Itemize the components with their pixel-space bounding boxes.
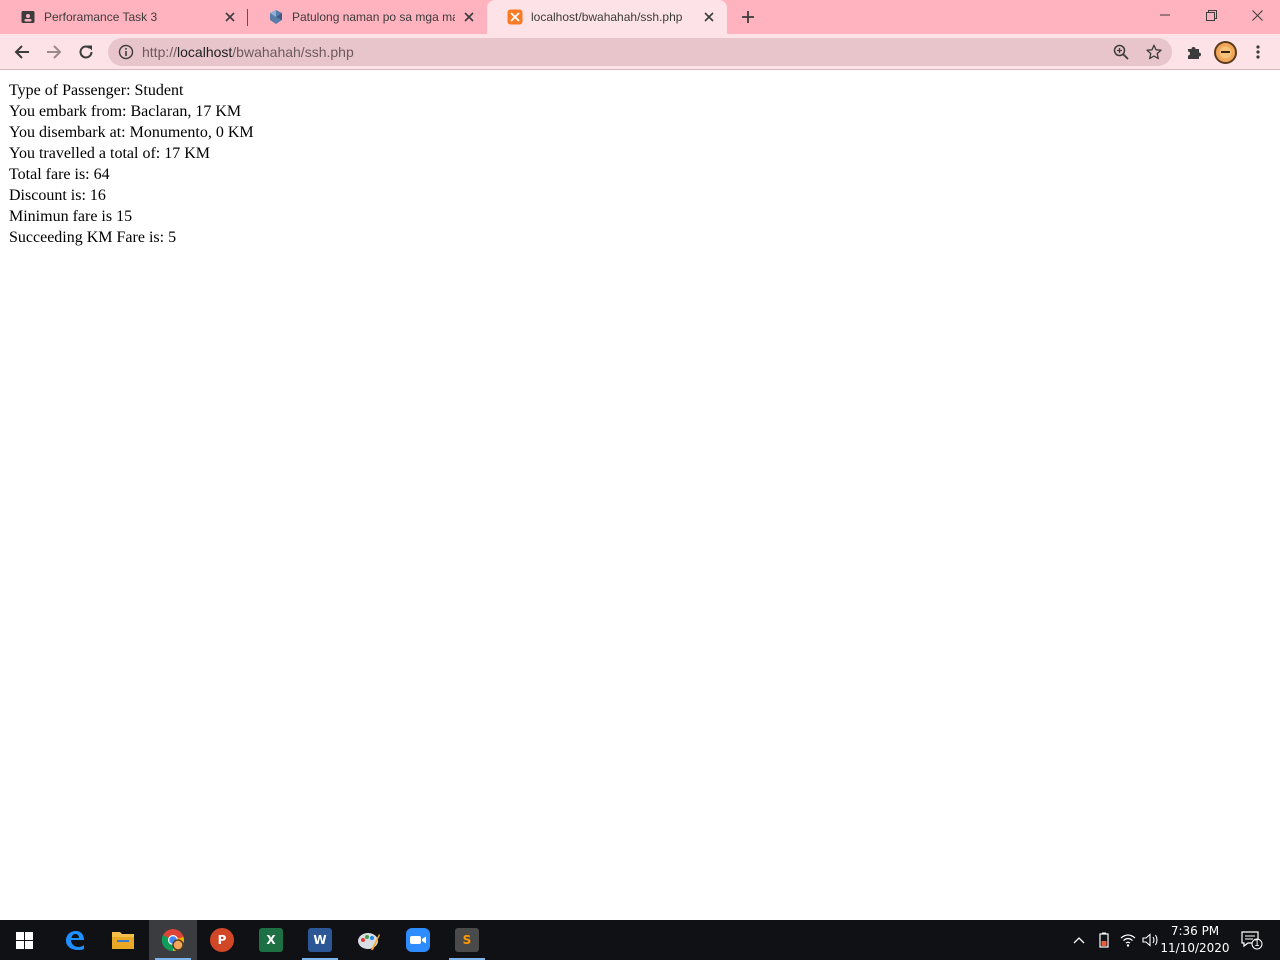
- action-center-button[interactable]: 1: [1234, 920, 1270, 960]
- tab-performance-task[interactable]: Perforamance Task 3: [0, 0, 248, 34]
- word-icon: W: [308, 928, 332, 952]
- clock-date: 11/10/2020: [1160, 941, 1230, 955]
- disembark-line: You disembark at: Monumento, 0 KM: [9, 124, 254, 141]
- back-button[interactable]: [9, 39, 35, 65]
- paint-icon: [358, 933, 380, 950]
- taskbar-clock[interactable]: 7:36 PM 11/10/2020: [1160, 923, 1230, 957]
- folder-icon: [112, 932, 134, 949]
- url-host: localhost: [177, 44, 233, 60]
- browser-toolbar: http://localhost/bwahahah/ssh.php: [0, 34, 1280, 70]
- page-output: Type of Passenger: Student You embark fr…: [9, 80, 254, 248]
- zoom-icon[interactable]: [1112, 43, 1130, 61]
- back-arrow-icon: [14, 45, 29, 59]
- forward-button[interactable]: [41, 39, 67, 65]
- xampp-icon: [507, 9, 523, 25]
- excel-icon: X: [259, 928, 283, 952]
- bookmark-star-icon[interactable]: [1145, 43, 1163, 61]
- battery-icon: [1099, 932, 1109, 948]
- tab-brainly[interactable]: Patulong naman po sa mga mast: [248, 0, 487, 34]
- total-fare-line: Total fare is: 64: [9, 166, 110, 183]
- reload-button[interactable]: [73, 39, 99, 65]
- reload-icon: [79, 45, 93, 59]
- zoom-icon: [406, 928, 430, 952]
- extensions-button[interactable]: [1181, 39, 1207, 65]
- tab-title: Perforamance Task 3: [44, 10, 158, 24]
- address-bar[interactable]: http://localhost/bwahahah/ssh.php: [108, 38, 1172, 66]
- wifi-icon: [1120, 934, 1136, 947]
- url-scheme: http://: [142, 44, 178, 60]
- tray-network[interactable]: [1117, 920, 1139, 960]
- close-window-button[interactable]: [1234, 0, 1280, 30]
- taskbar-chrome[interactable]: [149, 920, 197, 960]
- sublime-icon: S: [455, 928, 479, 952]
- taskbar-sublime-text[interactable]: S: [443, 920, 491, 960]
- tray-battery[interactable]: [1093, 920, 1115, 960]
- tab-title: Patulong naman po sa mga mast: [292, 10, 455, 24]
- taskbar-paint[interactable]: [345, 920, 393, 960]
- puzzle-icon: [1188, 47, 1201, 59]
- site-info-icon[interactable]: [118, 44, 134, 60]
- menu-button[interactable]: [1245, 39, 1271, 65]
- tray-volume[interactable]: [1140, 920, 1162, 960]
- restore-button[interactable]: [1188, 0, 1234, 30]
- notification-count: 1: [1254, 939, 1260, 949]
- taskbar-excel[interactable]: X: [247, 920, 295, 960]
- url-path: /bwahahah/ssh.php: [232, 44, 354, 60]
- close-icon: [1251, 9, 1263, 21]
- close-tab-icon[interactable]: [461, 9, 477, 25]
- embark-line: You embark from: Baclaran, 17 KM: [9, 103, 242, 120]
- tab-strip: Perforamance Task 3 Patulong naman po sa…: [0, 0, 1280, 34]
- plus-icon: [742, 11, 754, 23]
- discount-line: Discount is: 16: [9, 187, 106, 204]
- passenger-type-line: Type of Passenger: Student: [9, 82, 184, 99]
- show-hidden-icons-button[interactable]: [1068, 920, 1090, 960]
- new-tab-button[interactable]: [736, 7, 760, 27]
- chevron-up-icon: [1073, 937, 1085, 944]
- profile-avatar[interactable]: [1214, 41, 1237, 64]
- url-text: http://localhost/bwahahah/ssh.php: [142, 44, 354, 60]
- minimize-button[interactable]: [1142, 0, 1188, 30]
- taskbar-edge[interactable]: [51, 920, 99, 960]
- forward-arrow-icon: [47, 45, 62, 59]
- chrome-icon: [161, 929, 184, 952]
- start-button[interactable]: [0, 920, 48, 960]
- windows-taskbar: P X W S 7:36 PM 11/10/2020 1: [0, 920, 1280, 960]
- edge-icon: [66, 931, 84, 950]
- succeeding-km-fare-line: Succeeding KM Fare is: 5: [9, 229, 177, 246]
- taskbar-word[interactable]: W: [296, 920, 344, 960]
- restore-icon: [1205, 9, 1217, 21]
- kebab-menu-icon: [1256, 45, 1260, 59]
- taskbar-file-explorer[interactable]: [99, 920, 147, 960]
- tab-title: localhost/bwahahah/ssh.php: [531, 10, 683, 24]
- avatar-face-icon: [1219, 46, 1232, 59]
- powerpoint-icon: P: [210, 928, 234, 952]
- distance-line: You travelled a total of: 17 KM: [9, 145, 211, 162]
- taskbar-zoom[interactable]: [394, 920, 442, 960]
- classroom-icon: [20, 9, 36, 25]
- minimum-fare-line: Minimun fare is 15: [9, 208, 133, 225]
- speaker-icon: [1142, 933, 1158, 947]
- close-tab-icon[interactable]: [701, 9, 717, 25]
- windows-logo-icon: [15, 931, 33, 949]
- minimize-icon: [1160, 14, 1170, 16]
- clock-time: 7:36 PM: [1170, 924, 1220, 938]
- brainly-icon: [268, 9, 284, 25]
- close-tab-icon[interactable]: [222, 9, 238, 25]
- taskbar-powerpoint[interactable]: P: [198, 920, 246, 960]
- tab-localhost[interactable]: localhost/bwahahah/ssh.php: [487, 0, 727, 34]
